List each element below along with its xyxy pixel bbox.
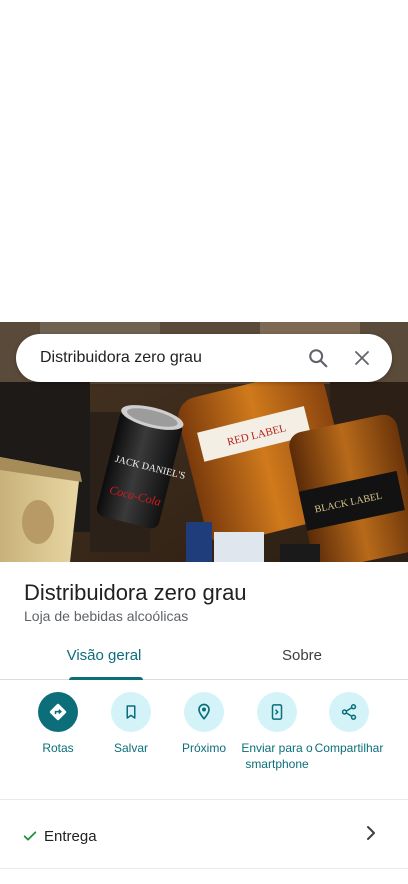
- directions-icon: [38, 692, 78, 732]
- map-area[interactable]: [0, 0, 408, 322]
- save-button[interactable]: Salvar: [94, 692, 168, 756]
- nearby-button[interactable]: Próximo: [167, 692, 241, 756]
- divider: [0, 868, 408, 869]
- bookmark-icon: [111, 692, 151, 732]
- directions-button[interactable]: Rotas: [21, 692, 95, 756]
- tab-about[interactable]: Sobre: [222, 640, 382, 680]
- send-to-phone-icon: [257, 692, 297, 732]
- nearby-label: Próximo: [181, 741, 226, 755]
- search-icon[interactable]: [300, 340, 336, 376]
- search-bar[interactable]: Distribuidora zero grau: [16, 334, 392, 382]
- active-tab-indicator: [69, 677, 143, 680]
- share-label: Compartilhar: [314, 741, 384, 755]
- tab-overview[interactable]: Visão geral: [24, 640, 184, 680]
- delivery-label: Entrega: [44, 828, 97, 845]
- send-to-phone-button[interactable]: Enviar para o smartphone: [240, 692, 314, 772]
- chevron-right-icon[interactable]: [364, 824, 378, 847]
- share-button[interactable]: Compartilhar: [312, 692, 386, 756]
- share-icon: [329, 692, 369, 732]
- place-title: Distribuidora zero grau: [24, 580, 247, 605]
- delivery-row[interactable]: Entrega: [0, 808, 408, 864]
- tab-bar: Visão geral Sobre: [0, 640, 408, 680]
- nearby-icon: [184, 692, 224, 732]
- directions-label: Rotas: [42, 741, 74, 755]
- search-input[interactable]: Distribuidora zero grau: [40, 349, 292, 367]
- divider: [0, 799, 408, 800]
- place-sheet: RED LABEL BLACK LABEL JACK DANIEL'S Coca…: [0, 0, 408, 884]
- action-row: Rotas Salvar Próximo Enviar para o smart…: [0, 692, 408, 800]
- close-icon[interactable]: [344, 340, 380, 376]
- send-to-phone-label: Enviar para o smartphone: [241, 741, 313, 771]
- check-icon: [22, 828, 38, 849]
- save-label: Salvar: [113, 741, 148, 755]
- place-category: Loja de bebidas alcoólicas: [24, 608, 189, 624]
